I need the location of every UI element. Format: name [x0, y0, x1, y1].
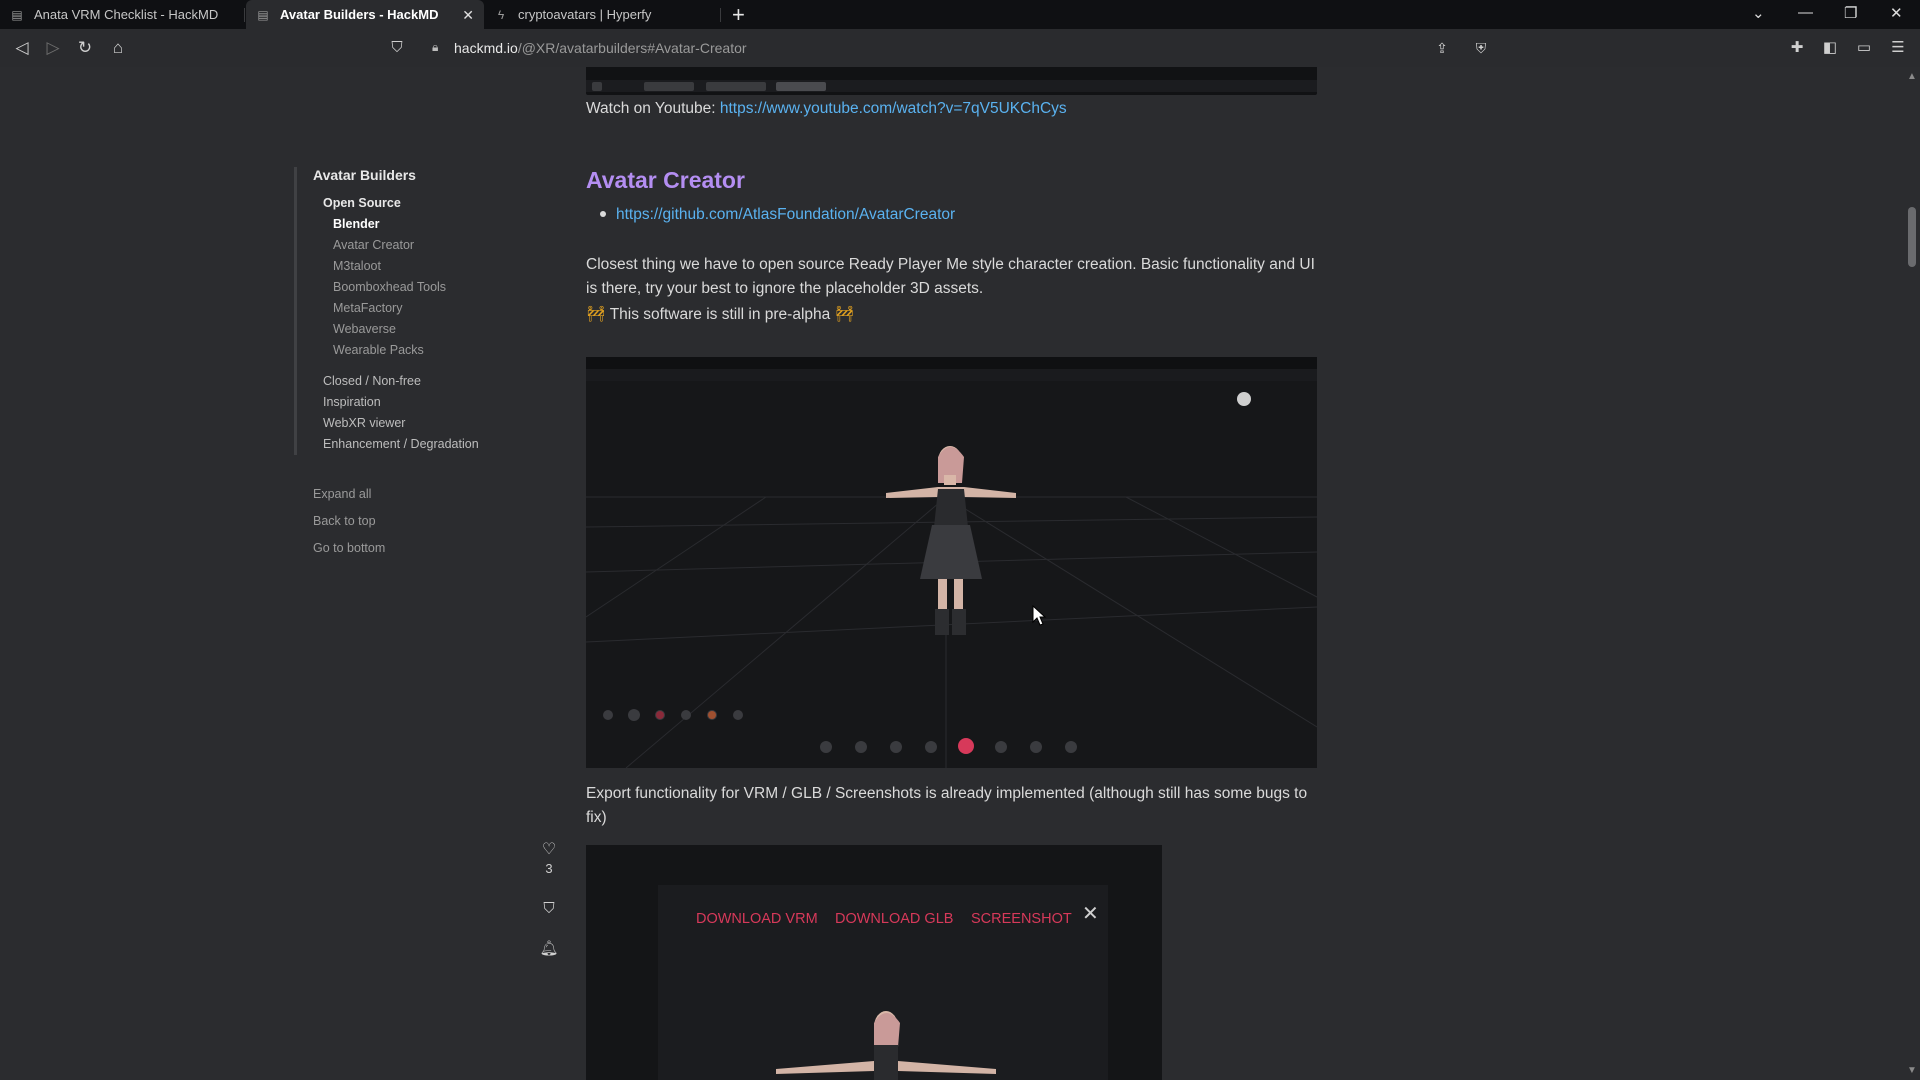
forward-icon[interactable]: ▷ — [43, 38, 63, 58]
toc-item-m3taloot[interactable]: M3taloot — [333, 256, 537, 277]
extensions-icon[interactable]: ✚ — [1787, 38, 1807, 58]
bell-icon[interactable]: 🔔︎ — [536, 939, 562, 957]
download-glb-button: DOWNLOAD GLB — [835, 911, 954, 927]
toc-item-webaverse[interactable]: Webaverse — [333, 319, 537, 340]
page-content: Watch on Youtube: https://www.youtube.co… — [0, 67, 1904, 1080]
go-to-bottom-link[interactable]: Go to bottom — [313, 535, 385, 562]
avatar-figure — [886, 446, 1016, 635]
youtube-paragraph: Watch on Youtube: https://www.youtube.co… — [586, 100, 1067, 117]
expand-all-link[interactable]: Expand all — [313, 481, 385, 508]
3d-grid-floor — [586, 392, 1317, 768]
scrollbar-thumb[interactable] — [1908, 207, 1916, 267]
table-of-contents: Avatar Builders Open Source Blender Avat… — [294, 167, 537, 455]
scroll-down-icon[interactable]: ▼ — [1907, 1065, 1917, 1076]
heart-icon[interactable]: ♡ — [536, 839, 562, 859]
sidebar-icon[interactable]: ◧ — [1820, 38, 1840, 58]
back-icon[interactable]: ◁ — [12, 38, 32, 58]
toc-item-metafactory[interactable]: MetaFactory — [333, 298, 537, 319]
wallet-icon[interactable]: ▭ — [1854, 38, 1874, 58]
hackmd-favicon-icon: ▤ — [257, 7, 269, 22]
reload-icon[interactable]: ↻ — [75, 38, 95, 58]
avatar-creator-video[interactable] — [586, 357, 1317, 768]
lock-icon: 🔒︎ — [432, 40, 439, 54]
toc-item-boomboxhead-tools[interactable]: Boomboxhead Tools — [333, 277, 537, 298]
tab-title: cryptoavatars | Hyperfy — [518, 7, 652, 22]
new-tab-icon[interactable]: + — [732, 2, 745, 28]
list-bullet — [600, 211, 606, 217]
export-dialog-image[interactable]: DOWNLOAD VRM DOWNLOAD GLB SCREENSHOT ✕ — [586, 845, 1162, 1080]
tab-title: Avatar Builders - HackMD — [280, 7, 439, 22]
tab-avatar-builders[interactable]: ▤ Avatar Builders - HackMD ✕ — [246, 0, 484, 29]
toc-links: Expand all Back to top Go to bottom — [313, 481, 385, 562]
tab-list-chevron-icon[interactable]: ⌄ — [1752, 4, 1765, 22]
brave-shield-icon[interactable]: ⛨ — [1471, 38, 1491, 58]
toc-item-open-source[interactable]: Open Source — [323, 193, 537, 214]
close-window-icon[interactable]: ✕ — [1890, 4, 1903, 22]
scroll-up-icon[interactable]: ▲ — [1907, 71, 1917, 82]
restore-icon[interactable]: ❐ — [1844, 4, 1857, 22]
toc-item-closed-non-free[interactable]: Closed / Non-free — [323, 371, 537, 392]
construction-icon: 🚧︎ — [586, 306, 606, 323]
back-to-top-link[interactable]: Back to top — [313, 508, 385, 535]
close-icon: ✕ — [1082, 903, 1099, 925]
toc-item-wearable-packs[interactable]: Wearable Packs — [333, 340, 537, 361]
tab-anata-vrm-checklist[interactable]: ▤ Anata VRM Checklist - HackMD — [0, 0, 244, 29]
list-item: https://github.com/AtlasFoundation/Avata… — [616, 203, 1351, 227]
download-vrm-button: DOWNLOAD VRM — [696, 911, 818, 927]
hackmd-favicon-icon: ▤ — [11, 7, 23, 22]
export-paragraph: Export functionality for VRM / GLB / Scr… — [586, 785, 1308, 826]
minimize-icon[interactable]: — — [1798, 4, 1813, 21]
youtube-link[interactable]: https://www.youtube.com/watch?v=7qV5UKCh… — [720, 100, 1067, 117]
address-bar[interactable]: 🔒︎ hackmd.io/@XR/avatarbuilders#Avatar-C… — [420, 34, 1470, 62]
hyperfy-favicon-icon: ϟ — [497, 7, 505, 22]
construction-icon: 🚧︎ — [834, 306, 855, 323]
toc-item-inspiration[interactable]: Inspiration — [323, 392, 537, 413]
home-icon[interactable]: ⌂ — [108, 38, 128, 58]
share-icon[interactable]: ⇪ — [1432, 38, 1452, 58]
toc-item-avatar-creator[interactable]: Avatar Creator — [333, 235, 537, 256]
bookmark-icon[interactable]: ⛉ — [387, 38, 407, 58]
description-paragraph: Closest thing we have to open source Rea… — [586, 256, 1315, 297]
tab-strip: ▤ Anata VRM Checklist - HackMD ▤ Avatar … — [0, 0, 1920, 29]
section-heading-avatar-creator: Avatar Creator — [586, 167, 745, 193]
close-tab-icon[interactable]: ✕ — [462, 7, 474, 24]
mouse-cursor-icon — [1032, 605, 1047, 626]
tab-separator — [720, 8, 721, 22]
tab-cryptoavatars[interactable]: ϟ cryptoavatars | Hyperfy — [484, 0, 720, 29]
toc-item-webxr-viewer[interactable]: WebXR viewer — [323, 413, 537, 434]
tab-title: Anata VRM Checklist - HackMD — [34, 7, 219, 22]
toc-item-enhancement-degradation[interactable]: Enhancement / Degradation — [323, 434, 537, 455]
toc-title[interactable]: Avatar Builders — [313, 167, 537, 183]
github-repo-link[interactable]: https://github.com/AtlasFoundation/Avata… — [616, 206, 955, 223]
menu-icon[interactable]: ☰ — [1888, 38, 1908, 58]
tab-separator — [244, 8, 245, 22]
browser-toolbar: ◁ ▷ ↻ ⌂ ⛉ 🔒︎ hackmd.io/@XR/avatarbuilder… — [0, 29, 1920, 68]
previous-video-image[interactable] — [586, 67, 1317, 95]
prealpha-paragraph: 🚧︎ This software is still in pre-alpha 🚧… — [586, 306, 855, 323]
bookmark-icon[interactable]: ⛉ — [536, 900, 562, 917]
toc-item-blender[interactable]: Blender — [333, 214, 537, 235]
page-scrollbar[interactable]: ▲ ▼ — [1904, 67, 1920, 1080]
screenshot-button: SCREENSHOT — [971, 911, 1072, 927]
like-count: 3 — [545, 861, 553, 876]
url-text[interactable]: hackmd.io/@XR/avatarbuilders#Avatar-Crea… — [454, 40, 747, 56]
side-actions: ♡ 3 ⛉ 🔔︎ — [536, 839, 562, 957]
avatar-figure — [776, 1011, 996, 1080]
